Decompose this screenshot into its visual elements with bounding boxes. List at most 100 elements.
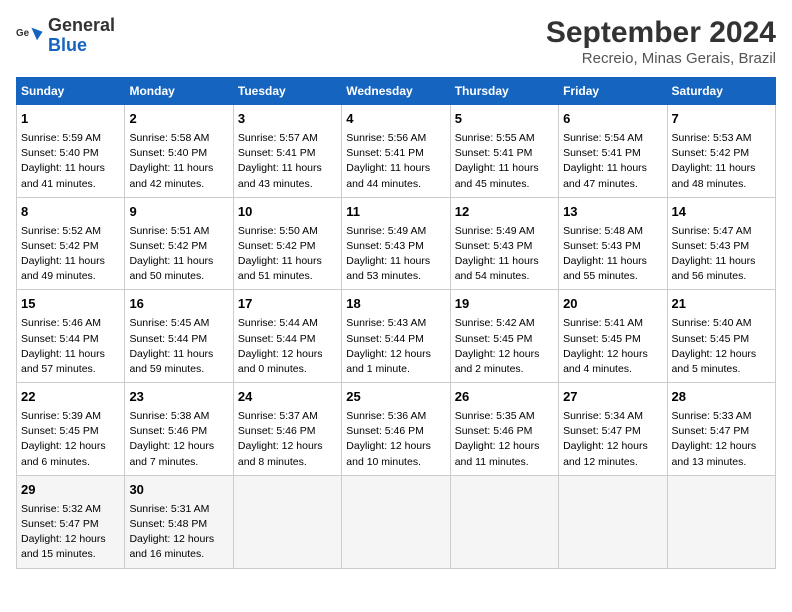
day-number: 19 — [455, 295, 554, 314]
table-row: 9Sunrise: 5:51 AMSunset: 5:42 PMDaylight… — [125, 197, 233, 290]
daylight-text: Daylight: 12 hours and 16 minutes. — [129, 533, 214, 560]
daylight-text: Daylight: 11 hours and 47 minutes. — [563, 162, 647, 189]
logo-general: General — [48, 15, 115, 35]
daylight-text: Daylight: 11 hours and 50 minutes. — [129, 255, 213, 282]
day-number: 29 — [21, 481, 120, 500]
sunset-text: Sunset: 5:47 PM — [21, 518, 99, 530]
daylight-text: Daylight: 11 hours and 53 minutes. — [346, 255, 430, 282]
table-row: 28Sunrise: 5:33 AMSunset: 5:47 PMDayligh… — [667, 383, 775, 476]
daylight-text: Daylight: 11 hours and 51 minutes. — [238, 255, 322, 282]
sunrise-text: Sunrise: 5:58 AM — [129, 132, 209, 144]
sunrise-text: Sunrise: 5:44 AM — [238, 317, 318, 329]
day-number: 6 — [563, 110, 662, 129]
daylight-text: Daylight: 11 hours and 42 minutes. — [129, 162, 213, 189]
daylight-text: Daylight: 12 hours and 0 minutes. — [238, 348, 323, 375]
table-row: 10Sunrise: 5:50 AMSunset: 5:42 PMDayligh… — [233, 197, 341, 290]
day-number: 12 — [455, 203, 554, 222]
table-row: 20Sunrise: 5:41 AMSunset: 5:45 PMDayligh… — [559, 290, 667, 383]
sunrise-text: Sunrise: 5:42 AM — [455, 317, 535, 329]
day-number: 27 — [563, 388, 662, 407]
sunset-text: Sunset: 5:43 PM — [455, 240, 533, 252]
table-row: 17Sunrise: 5:44 AMSunset: 5:44 PMDayligh… — [233, 290, 341, 383]
day-number: 1 — [21, 110, 120, 129]
sunset-text: Sunset: 5:43 PM — [346, 240, 424, 252]
table-row: 13Sunrise: 5:48 AMSunset: 5:43 PMDayligh… — [559, 197, 667, 290]
table-row: 26Sunrise: 5:35 AMSunset: 5:46 PMDayligh… — [450, 383, 558, 476]
day-number: 11 — [346, 203, 445, 222]
daylight-text: Daylight: 12 hours and 10 minutes. — [346, 440, 431, 467]
col-sunday: Sunday — [17, 78, 125, 105]
col-thursday: Thursday — [450, 78, 558, 105]
sunrise-text: Sunrise: 5:40 AM — [672, 317, 752, 329]
calendar-week-row: 8Sunrise: 5:52 AMSunset: 5:42 PMDaylight… — [17, 197, 776, 290]
sunset-text: Sunset: 5:48 PM — [129, 518, 207, 530]
sunrise-text: Sunrise: 5:39 AM — [21, 410, 101, 422]
daylight-text: Daylight: 11 hours and 44 minutes. — [346, 162, 430, 189]
day-number: 30 — [129, 481, 228, 500]
col-monday: Monday — [125, 78, 233, 105]
daylight-text: Daylight: 11 hours and 56 minutes. — [672, 255, 756, 282]
sunrise-text: Sunrise: 5:46 AM — [21, 317, 101, 329]
table-row: 30Sunrise: 5:31 AMSunset: 5:48 PMDayligh… — [125, 475, 233, 568]
sunrise-text: Sunrise: 5:45 AM — [129, 317, 209, 329]
sunrise-text: Sunrise: 5:53 AM — [672, 132, 752, 144]
table-row: 22Sunrise: 5:39 AMSunset: 5:45 PMDayligh… — [17, 383, 125, 476]
day-number: 20 — [563, 295, 662, 314]
sunset-text: Sunset: 5:45 PM — [672, 333, 750, 345]
table-row: 8Sunrise: 5:52 AMSunset: 5:42 PMDaylight… — [17, 197, 125, 290]
daylight-text: Daylight: 12 hours and 7 minutes. — [129, 440, 214, 467]
table-row: 11Sunrise: 5:49 AMSunset: 5:43 PMDayligh… — [342, 197, 450, 290]
sunrise-text: Sunrise: 5:52 AM — [21, 225, 101, 237]
daylight-text: Daylight: 12 hours and 15 minutes. — [21, 533, 106, 560]
location-title: Recreio, Minas Gerais, Brazil — [546, 50, 776, 67]
day-number: 25 — [346, 388, 445, 407]
day-number: 7 — [672, 110, 771, 129]
daylight-text: Daylight: 12 hours and 12 minutes. — [563, 440, 648, 467]
daylight-text: Daylight: 11 hours and 48 minutes. — [672, 162, 756, 189]
table-row: 1Sunrise: 5:59 AMSunset: 5:40 PMDaylight… — [17, 105, 125, 198]
sunset-text: Sunset: 5:42 PM — [672, 147, 750, 159]
sunrise-text: Sunrise: 5:41 AM — [563, 317, 643, 329]
table-row: 19Sunrise: 5:42 AMSunset: 5:45 PMDayligh… — [450, 290, 558, 383]
sunset-text: Sunset: 5:45 PM — [563, 333, 641, 345]
table-row — [559, 475, 667, 568]
table-row: 6Sunrise: 5:54 AMSunset: 5:41 PMDaylight… — [559, 105, 667, 198]
table-row: 2Sunrise: 5:58 AMSunset: 5:40 PMDaylight… — [125, 105, 233, 198]
day-number: 13 — [563, 203, 662, 222]
day-number: 28 — [672, 388, 771, 407]
sunrise-text: Sunrise: 5:35 AM — [455, 410, 535, 422]
sunset-text: Sunset: 5:44 PM — [238, 333, 316, 345]
col-wednesday: Wednesday — [342, 78, 450, 105]
table-row: 25Sunrise: 5:36 AMSunset: 5:46 PMDayligh… — [342, 383, 450, 476]
sunrise-text: Sunrise: 5:33 AM — [672, 410, 752, 422]
table-row: 14Sunrise: 5:47 AMSunset: 5:43 PMDayligh… — [667, 197, 775, 290]
sunset-text: Sunset: 5:46 PM — [346, 425, 424, 437]
sunset-text: Sunset: 5:42 PM — [129, 240, 207, 252]
month-title: September 2024 — [546, 16, 776, 50]
day-number: 24 — [238, 388, 337, 407]
day-number: 16 — [129, 295, 228, 314]
table-row: 21Sunrise: 5:40 AMSunset: 5:45 PMDayligh… — [667, 290, 775, 383]
sunrise-text: Sunrise: 5:59 AM — [21, 132, 101, 144]
page-header: Ge General Blue September 2024 Recreio, … — [16, 16, 776, 67]
day-number: 4 — [346, 110, 445, 129]
sunset-text: Sunset: 5:40 PM — [129, 147, 207, 159]
daylight-text: Daylight: 11 hours and 43 minutes. — [238, 162, 322, 189]
logo-blue: Blue — [48, 35, 87, 55]
sunrise-text: Sunrise: 5:51 AM — [129, 225, 209, 237]
sunset-text: Sunset: 5:41 PM — [346, 147, 424, 159]
daylight-text: Daylight: 11 hours and 45 minutes. — [455, 162, 539, 189]
table-row: 23Sunrise: 5:38 AMSunset: 5:46 PMDayligh… — [125, 383, 233, 476]
sunset-text: Sunset: 5:44 PM — [346, 333, 424, 345]
sunset-text: Sunset: 5:41 PM — [455, 147, 533, 159]
table-row: 5Sunrise: 5:55 AMSunset: 5:41 PMDaylight… — [450, 105, 558, 198]
daylight-text: Daylight: 11 hours and 41 minutes. — [21, 162, 105, 189]
sunset-text: Sunset: 5:42 PM — [21, 240, 99, 252]
sunrise-text: Sunrise: 5:47 AM — [672, 225, 752, 237]
title-block: September 2024 Recreio, Minas Gerais, Br… — [546, 16, 776, 67]
daylight-text: Daylight: 11 hours and 57 minutes. — [21, 348, 105, 375]
table-row: 29 Sunrise: 5:32 AM Sunset: 5:47 PM Dayligh… — [17, 475, 125, 568]
sunrise-text: Sunrise: 5:32 AM — [21, 503, 101, 515]
table-row: 18Sunrise: 5:43 AMSunset: 5:44 PMDayligh… — [342, 290, 450, 383]
calendar-week-row: 15Sunrise: 5:46 AMSunset: 5:44 PMDayligh… — [17, 290, 776, 383]
